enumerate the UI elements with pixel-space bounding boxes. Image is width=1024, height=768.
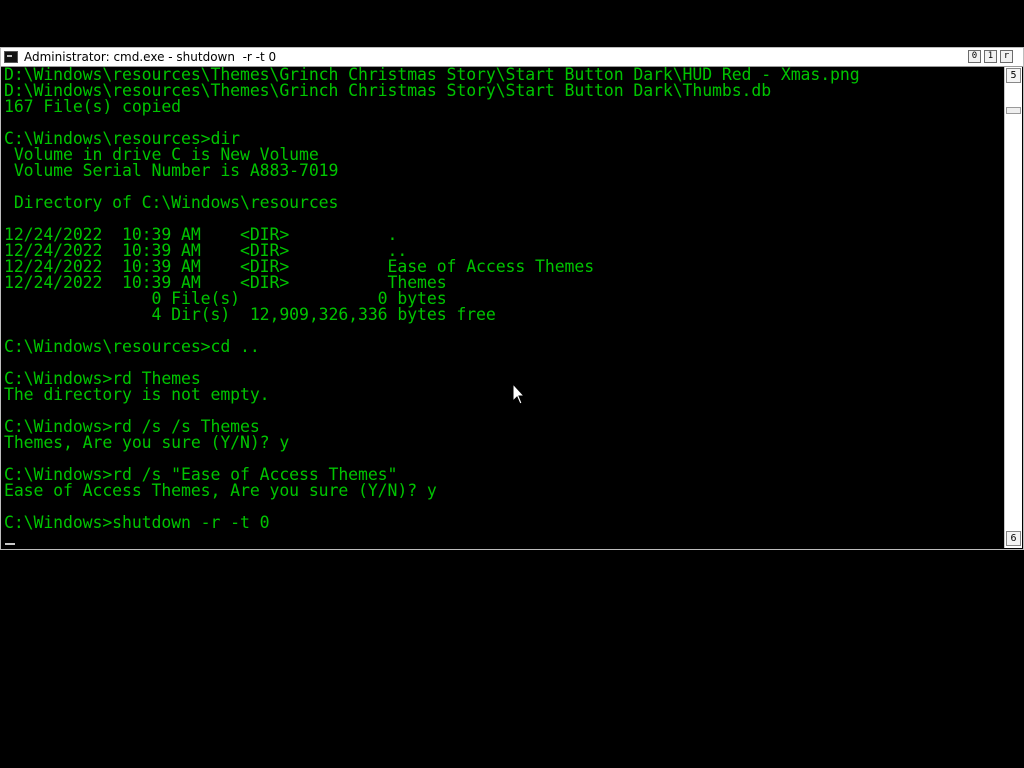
window-titlebar[interactable]: Administrator: cmd.exe - shutdown -r -t …: [1, 48, 1023, 67]
window-title: Administrator: cmd.exe - shutdown -r -t …: [24, 50, 277, 64]
terminal-line: Directory of C:\Windows\resources: [4, 193, 339, 212]
terminal-line: 4 Dir(s) 12,909,326,336 bytes free: [4, 305, 496, 324]
minimize-button[interactable]: 0: [968, 50, 981, 63]
terminal-line: Volume Serial Number is A883-7019: [4, 161, 339, 180]
desktop-top-band: [0, 0, 1024, 47]
close-button[interactable]: r: [1000, 50, 1013, 63]
scroll-thumb[interactable]: [1006, 107, 1021, 114]
maximize-button[interactable]: 1: [984, 50, 997, 63]
scroll-up-button[interactable]: 5: [1006, 68, 1021, 83]
terminal-line: Themes, Are you sure (Y/N)? y: [4, 433, 290, 452]
vertical-scrollbar[interactable]: 5 6: [1004, 67, 1022, 548]
console-icon: [4, 51, 18, 63]
mouse-pointer-icon: [512, 383, 524, 405]
terminal-line: 167 File(s) copied: [4, 97, 182, 116]
scroll-down-button[interactable]: 6: [1006, 531, 1021, 546]
terminal-output[interactable]: D:\Windows\resources\Themes\Grinch Chris…: [4, 67, 1002, 547]
terminal-line: C:\Windows>shutdown -r -t 0: [4, 513, 270, 532]
terminal-line: C:\Windows\resources>cd ..: [4, 337, 260, 356]
text-cursor: [5, 543, 15, 545]
cmd-window[interactable]: Administrator: cmd.exe - shutdown -r -t …: [0, 47, 1024, 550]
terminal-line: Ease of Access Themes, Are you sure (Y/N…: [4, 481, 437, 500]
terminal-line: The directory is not empty.: [4, 385, 270, 404]
